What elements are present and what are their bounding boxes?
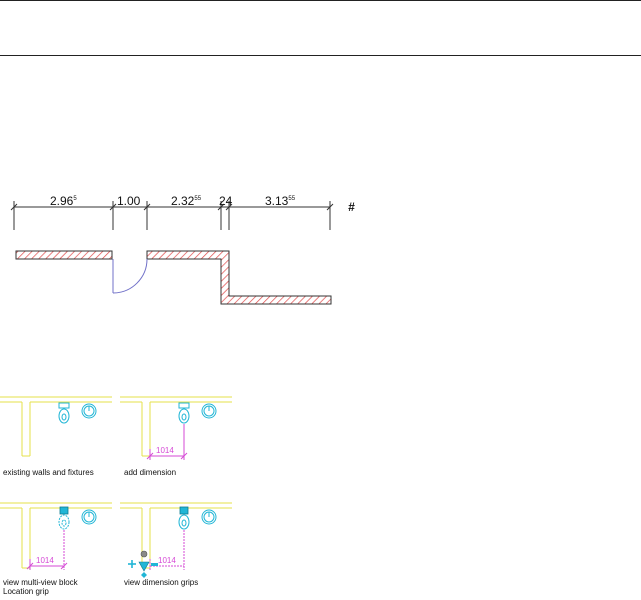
caption-existing-walls: existing walls and fixtures (3, 468, 94, 477)
wall-tee (0, 502, 112, 569)
toilet-fixture-icon (178, 514, 190, 530)
dimension-text-4: 24 (219, 194, 233, 208)
wall-tee (120, 396, 232, 457)
dimension-text-1: 2.965 (50, 194, 77, 208)
sink-fixture-icon (81, 403, 97, 419)
toilet-fixture-selected-icon (58, 514, 70, 530)
dimension-grip-minus-icon[interactable] (151, 563, 158, 566)
caption-view-multi-view-block: view multi-view block (3, 578, 78, 587)
dimension-text-5: 3.1355 (265, 194, 296, 208)
door-swing-arc (112, 258, 148, 294)
panel-existing-walls (0, 396, 112, 457)
wall-plan-diagram: 2.965 1.00 2.3255 24 3.1355 # (10, 194, 355, 305)
caption-location-grip: Location grip (3, 587, 49, 596)
dimension-end-marker: # (348, 200, 355, 214)
location-grip[interactable] (179, 506, 189, 515)
panel-view-multi-view-block: 1014 (0, 502, 112, 570)
sink-fixture-icon (201, 403, 217, 419)
toilet-fixture-icon (178, 402, 190, 424)
added-dimension-text: 1014 (156, 446, 174, 455)
caption-view-dimension-grips: view dimension grips (124, 578, 199, 587)
sink-fixture-icon (201, 509, 217, 525)
dimension-grip-plus-icon[interactable] (128, 560, 136, 568)
dimension-text-2: 1.00 (117, 194, 141, 208)
dimension-grip-gray[interactable] (140, 550, 148, 558)
dimension-grip-arrow-icon[interactable] (138, 561, 150, 572)
figure-page: 2.965 1.00 2.3255 24 3.1355 # existing w… (0, 0, 641, 600)
dimension-text: 1014 (158, 556, 176, 565)
toilet-fixture-icon (58, 402, 70, 424)
dimension-text-3: 2.3255 (171, 194, 202, 208)
wall-tee (120, 502, 232, 569)
caption-add-dimension: add dimension (124, 468, 177, 477)
wall-right-step (146, 250, 332, 305)
panel-view-dimension-grips: 1014 (120, 502, 232, 578)
wall-tee (0, 396, 112, 457)
location-grip[interactable] (59, 506, 69, 515)
sink-fixture-icon (81, 509, 97, 525)
wall-left (15, 250, 113, 260)
dimension-text: 1014 (36, 556, 54, 565)
panel-add-dimension: 1014 (120, 396, 232, 460)
